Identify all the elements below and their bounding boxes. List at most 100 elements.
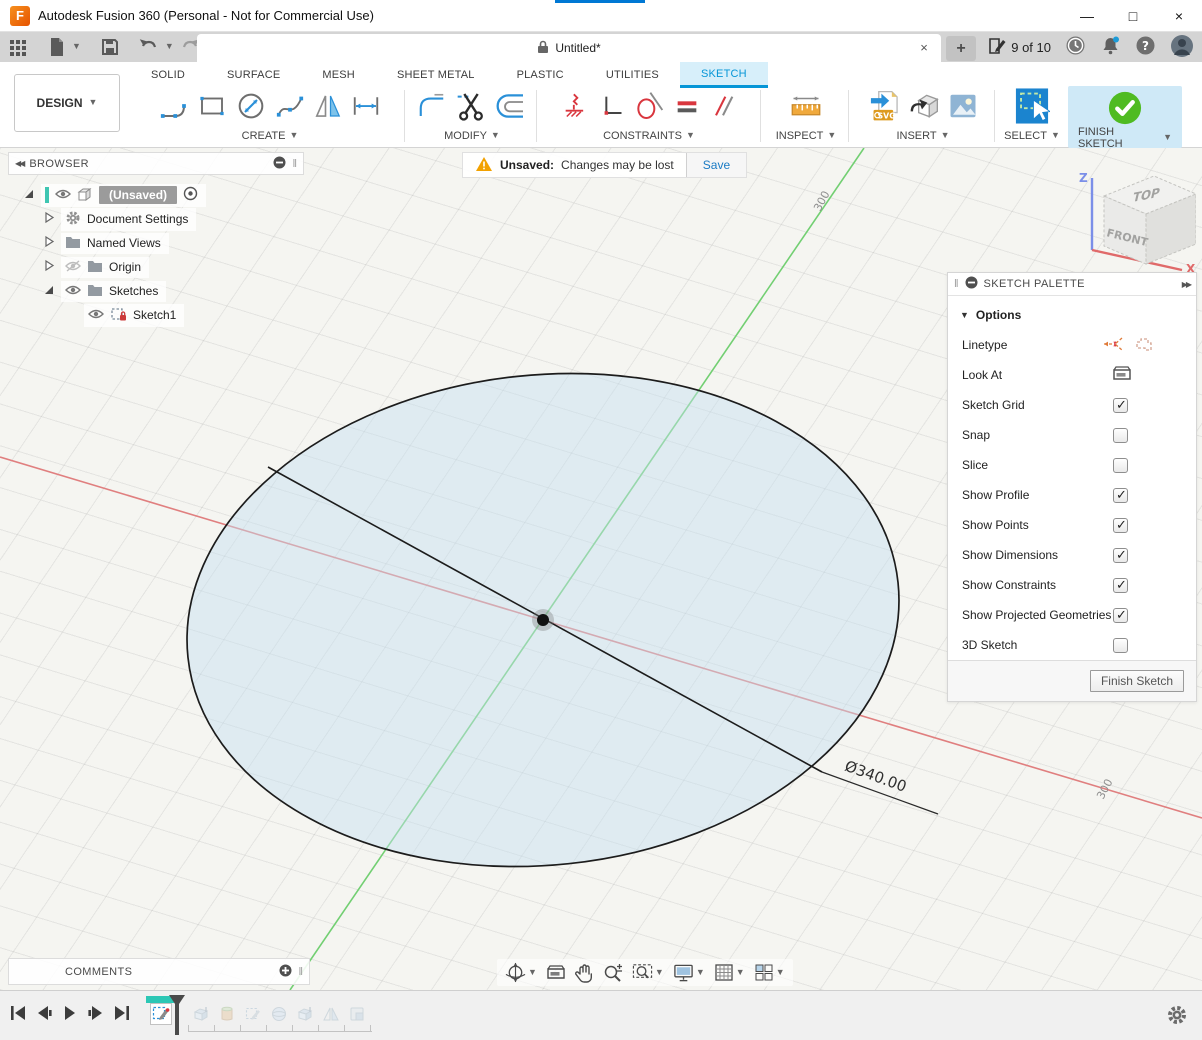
step-back-icon[interactable] bbox=[34, 1003, 54, 1026]
timeline-playhead-stem[interactable] bbox=[175, 1003, 179, 1035]
tree-row-root[interactable]: (Unsaved) bbox=[8, 183, 304, 207]
named-views-label[interactable]: Named Views bbox=[87, 236, 161, 250]
zoom-icon[interactable] bbox=[603, 963, 623, 983]
viewports-icon[interactable]: ▼ bbox=[754, 963, 785, 982]
spline-tool-icon[interactable] bbox=[275, 91, 305, 124]
go-to-end-icon[interactable] bbox=[112, 1003, 132, 1026]
grid-settings-icon[interactable]: ▼ bbox=[714, 963, 745, 982]
tree-row-named-views[interactable]: Named Views bbox=[8, 231, 304, 255]
modify-group-label[interactable]: MODIFY▼ bbox=[444, 128, 500, 144]
tab-plastic[interactable]: PLASTIC bbox=[496, 62, 585, 88]
expand-panel-icon[interactable]: ▶▶ bbox=[1182, 280, 1190, 289]
tangent-constraint-icon[interactable] bbox=[633, 90, 665, 125]
user-avatar[interactable] bbox=[1170, 34, 1194, 61]
job-status-icon[interactable] bbox=[1065, 35, 1086, 59]
section-collapse-icon[interactable]: ▼ bbox=[960, 310, 969, 320]
visibility-eye-icon[interactable] bbox=[88, 308, 104, 323]
inspect-group-label[interactable]: INSPECT▼ bbox=[776, 128, 837, 144]
options-section-header[interactable]: ▼ Options bbox=[948, 300, 1196, 330]
collapse-panel-icon[interactable]: ◀◀ bbox=[15, 159, 23, 168]
circle-tool-icon[interactable] bbox=[235, 90, 267, 125]
mirror-tool-icon[interactable] bbox=[313, 91, 343, 124]
browser-header[interactable]: ◀◀ BROWSER ‖ bbox=[8, 152, 304, 175]
add-comment-icon[interactable] bbox=[279, 964, 292, 980]
show-constraints-checkbox[interactable] bbox=[1113, 578, 1128, 593]
tree-row-origin[interactable]: Origin bbox=[8, 255, 304, 279]
save-icon[interactable] bbox=[101, 38, 119, 56]
tree-row-document-settings[interactable]: Document Settings bbox=[8, 207, 304, 231]
construction-linetype-icon[interactable] bbox=[1102, 335, 1124, 356]
finish-sketch-icon[interactable] bbox=[1107, 90, 1143, 129]
root-document-label[interactable]: (Unsaved) bbox=[99, 186, 177, 204]
constraints-group-label[interactable]: CONSTRAINTS▼ bbox=[603, 128, 695, 144]
show-profile-checkbox[interactable] bbox=[1113, 488, 1128, 503]
file-menu-caret-icon[interactable]: ▼ bbox=[72, 41, 81, 51]
visibility-eye-icon[interactable] bbox=[65, 284, 81, 299]
look-at-icon[interactable] bbox=[1112, 365, 1132, 385]
insert-canvas-icon[interactable] bbox=[948, 91, 978, 124]
finish-sketch-group-label[interactable]: FINISH SKETCH▼ bbox=[1078, 130, 1172, 146]
collapsed-arrow-icon[interactable] bbox=[42, 259, 55, 275]
new-tab-button[interactable]: + bbox=[946, 36, 976, 61]
sketch1-label[interactable]: Sketch1 bbox=[133, 308, 176, 322]
comments-header[interactable]: COMMENTS ‖ bbox=[8, 958, 310, 985]
document-tab[interactable]: Untitled* × bbox=[197, 34, 941, 62]
save-link[interactable]: Save bbox=[686, 153, 746, 177]
file-menu-icon[interactable] bbox=[48, 37, 66, 57]
panel-minus-icon[interactable] bbox=[965, 276, 978, 292]
expanded-arrow-icon[interactable] bbox=[42, 283, 55, 299]
undo-icon[interactable] bbox=[139, 38, 159, 56]
tab-solid[interactable]: SOLID bbox=[130, 62, 206, 88]
origin-label[interactable]: Origin bbox=[109, 260, 141, 274]
viewport-canvas[interactable]: 300 300 Ø340.00 ◀◀ BROWSER ‖ (Unsaved) bbox=[0, 148, 1202, 990]
show-points-checkbox[interactable] bbox=[1113, 518, 1128, 533]
show-projected-geometries-checkbox[interactable] bbox=[1113, 608, 1128, 623]
go-to-start-icon[interactable] bbox=[8, 1003, 28, 1026]
tab-surface[interactable]: SURFACE bbox=[206, 62, 301, 88]
tab-close-button[interactable]: × bbox=[915, 39, 933, 57]
create-group-label[interactable]: CREATE▼ bbox=[242, 128, 299, 144]
panel-grip-icon[interactable]: ‖ bbox=[954, 278, 959, 290]
close-button[interactable]: × bbox=[1156, 0, 1202, 32]
version-counter[interactable]: 9 of 10 bbox=[988, 37, 1051, 58]
notifications-bell-icon[interactable] bbox=[1100, 35, 1121, 59]
workspace-selector[interactable]: DESIGN ▼ bbox=[14, 74, 120, 132]
display-settings-icon[interactable]: ▼ bbox=[673, 963, 705, 983]
offset-tool-icon[interactable] bbox=[495, 90, 527, 125]
collapsed-arrow-icon[interactable] bbox=[42, 235, 55, 251]
dimension-tool-icon[interactable] bbox=[351, 91, 381, 124]
group-finish-sketch[interactable]: FINISH SKETCH▼ bbox=[1068, 86, 1182, 148]
tab-utilities[interactable]: UTILITIES bbox=[585, 62, 680, 88]
projected-linetype-icon[interactable] bbox=[1134, 335, 1154, 356]
tree-row-sketches[interactable]: Sketches bbox=[8, 279, 304, 303]
look-at-nav-icon[interactable] bbox=[546, 964, 566, 981]
center-point[interactable] bbox=[537, 614, 549, 626]
tab-mesh[interactable]: MESH bbox=[301, 62, 376, 88]
document-settings-label[interactable]: Document Settings bbox=[87, 212, 188, 226]
fillet-tool-icon[interactable] bbox=[417, 91, 447, 124]
sketch-palette-header[interactable]: ‖ SKETCH PALETTE ▶▶ bbox=[948, 273, 1196, 296]
line-tool-icon[interactable] bbox=[159, 91, 189, 124]
rectangle-tool-icon[interactable] bbox=[197, 91, 227, 124]
select-tool-icon[interactable] bbox=[1014, 87, 1050, 128]
finish-sketch-button[interactable]: Finish Sketch bbox=[1090, 670, 1184, 692]
view-cube[interactable]: Z X TOP FRONT bbox=[1062, 162, 1196, 277]
panel-minus-icon[interactable] bbox=[273, 156, 286, 172]
insert-group-label[interactable]: INSERT▼ bbox=[896, 128, 949, 144]
help-icon[interactable]: ? bbox=[1135, 35, 1156, 59]
show-dimensions-checkbox[interactable] bbox=[1113, 548, 1128, 563]
orbit-icon[interactable]: ▼ bbox=[505, 962, 537, 983]
trim-tool-icon[interactable] bbox=[455, 90, 487, 125]
play-icon[interactable] bbox=[60, 1003, 80, 1026]
maximize-button[interactable]: □ bbox=[1110, 0, 1156, 32]
expanded-arrow-icon[interactable] bbox=[22, 187, 35, 203]
parallel-constraint-icon[interactable] bbox=[709, 92, 737, 123]
insert-svg-icon[interactable]: SVG bbox=[868, 89, 900, 126]
3d-sketch-checkbox[interactable] bbox=[1113, 638, 1128, 653]
tab-sketch[interactable]: SKETCH bbox=[680, 62, 768, 88]
perpendicular-constraint-icon[interactable] bbox=[597, 91, 625, 124]
pan-icon[interactable] bbox=[575, 963, 594, 983]
fix-constraint-icon[interactable] bbox=[561, 91, 589, 124]
undo-caret-icon[interactable]: ▼ bbox=[165, 41, 174, 51]
slice-checkbox[interactable] bbox=[1113, 458, 1128, 473]
